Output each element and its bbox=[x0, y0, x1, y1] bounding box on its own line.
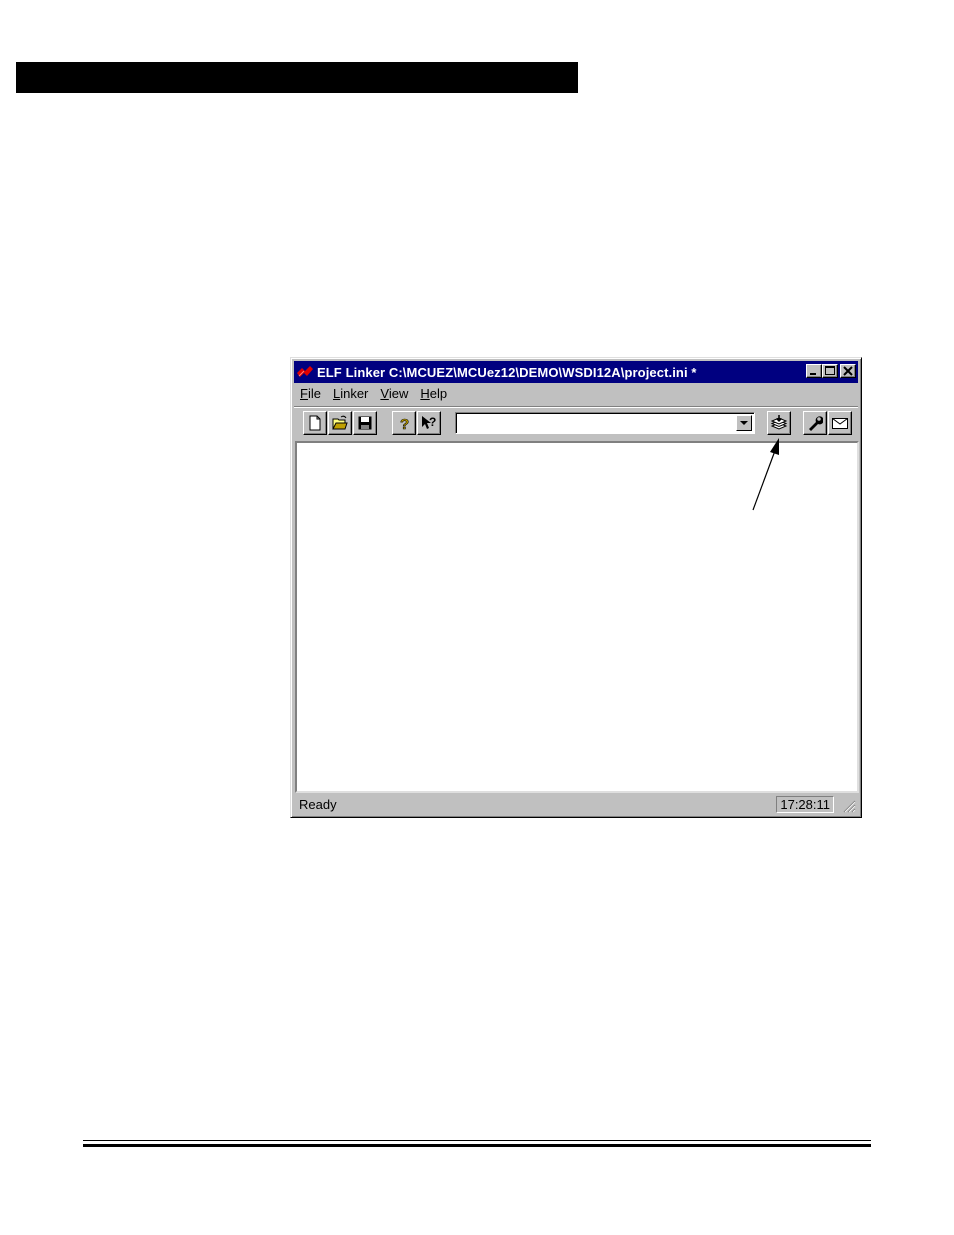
title-bar[interactable]: ELF Linker C:\MCUEZ\MCUez12\DEMO\WSDI12A… bbox=[294, 361, 858, 383]
command-combo[interactable] bbox=[455, 412, 755, 434]
context-help-icon: ? bbox=[422, 415, 436, 429]
status-text: Ready bbox=[299, 797, 337, 812]
page-header-bar bbox=[16, 62, 578, 93]
app-logo-icon bbox=[296, 364, 314, 380]
new-file-icon bbox=[309, 415, 321, 431]
save-file-button[interactable] bbox=[353, 411, 377, 435]
link-button[interactable] bbox=[767, 411, 791, 435]
window-title: ELF Linker C:\MCUEZ\MCUez12\DEMO\WSDI12A… bbox=[317, 364, 697, 380]
menu-view[interactable]: View bbox=[374, 384, 414, 404]
svg-text:?: ? bbox=[400, 416, 409, 431]
link-icon bbox=[770, 415, 788, 430]
options-button[interactable] bbox=[803, 411, 827, 435]
output-area[interactable] bbox=[295, 441, 859, 793]
toolbar-divider bbox=[294, 406, 858, 408]
envelope-icon bbox=[832, 418, 848, 429]
context-help-button[interactable]: ? bbox=[417, 411, 441, 435]
messages-button[interactable] bbox=[828, 411, 852, 435]
elf-linker-window: ELF Linker C:\MCUEZ\MCUez12\DEMO\WSDI12A… bbox=[290, 357, 862, 818]
resize-grip-icon[interactable] bbox=[842, 799, 856, 813]
new-file-button[interactable] bbox=[303, 411, 327, 435]
wrench-icon bbox=[809, 416, 823, 431]
footer-rule-thick bbox=[83, 1144, 871, 1147]
minimize-icon bbox=[810, 373, 816, 375]
menu-linker[interactable]: Linker bbox=[327, 384, 374, 404]
footer-rule-thin bbox=[83, 1140, 871, 1141]
combo-dropdown-button[interactable] bbox=[736, 415, 752, 431]
maximize-icon bbox=[825, 366, 835, 375]
close-icon bbox=[843, 366, 853, 376]
open-file-button[interactable] bbox=[328, 411, 352, 435]
status-clock: 17:28:11 bbox=[776, 796, 834, 813]
maximize-button[interactable] bbox=[822, 364, 838, 378]
chevron-down-icon bbox=[740, 421, 748, 425]
menu-bar: File Linker View Help bbox=[294, 384, 453, 404]
svg-text:?: ? bbox=[429, 415, 436, 429]
close-button[interactable] bbox=[840, 364, 856, 378]
minimize-button[interactable] bbox=[806, 364, 822, 378]
help-icon: ? bbox=[400, 416, 410, 431]
menu-help[interactable]: Help bbox=[414, 384, 453, 404]
help-button[interactable]: ? bbox=[392, 411, 416, 435]
status-bar: Ready 17:28:11 bbox=[294, 795, 858, 815]
menu-file[interactable]: File bbox=[294, 384, 327, 404]
open-folder-icon bbox=[332, 415, 348, 430]
save-disk-icon bbox=[358, 416, 372, 430]
